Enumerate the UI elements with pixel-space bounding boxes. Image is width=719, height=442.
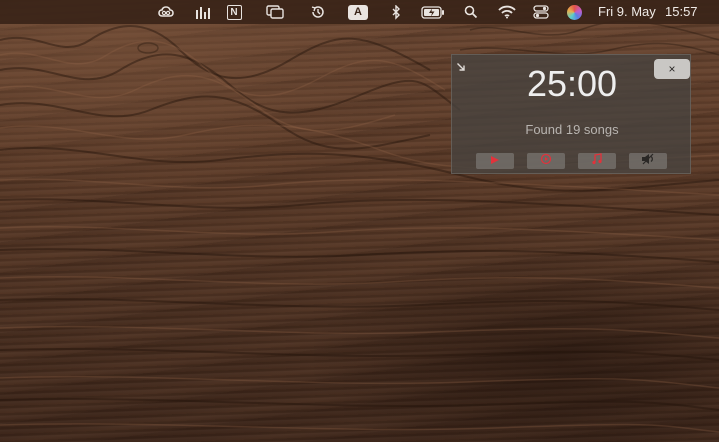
menubar-time[interactable]: 15:57 [665, 0, 698, 24]
spotlight-search-icon[interactable] [462, 0, 480, 24]
notion-icon[interactable]: N [225, 0, 243, 24]
youtube-music-button[interactable] [527, 153, 565, 169]
window-switch-icon[interactable] [264, 0, 286, 24]
istat-bars-icon[interactable] [193, 0, 213, 24]
wifi-icon[interactable] [497, 0, 517, 24]
creative-cloud-icon[interactable] [155, 0, 177, 24]
apple-music-icon [591, 152, 603, 170]
time-machine-icon[interactable] [308, 0, 328, 24]
battery-charging-icon[interactable] [420, 0, 446, 24]
apple-music-button[interactable] [578, 153, 616, 169]
menu-bar: N A Fri 9. May 15:57 [0, 0, 719, 24]
siri-icon[interactable] [565, 0, 583, 24]
speaker-button[interactable] [629, 153, 667, 169]
input-source-label: A [348, 4, 368, 20]
timer-panel: × 25:00 Found 19 songs [451, 54, 691, 174]
control-center-icon[interactable] [531, 0, 551, 24]
speaker-icon [641, 152, 655, 170]
youtube-play-icon [489, 152, 501, 170]
timer-display: 25:00 [526, 63, 618, 104]
input-source-icon[interactable]: A [347, 0, 369, 24]
menubar-date[interactable]: Fri 9. May [598, 0, 656, 24]
youtube-play-button[interactable] [476, 153, 514, 169]
bluetooth-icon[interactable] [388, 0, 404, 24]
status-text: Found 19 songs [525, 122, 619, 137]
notion-label: N [226, 4, 242, 20]
youtube-music-icon [540, 152, 552, 170]
